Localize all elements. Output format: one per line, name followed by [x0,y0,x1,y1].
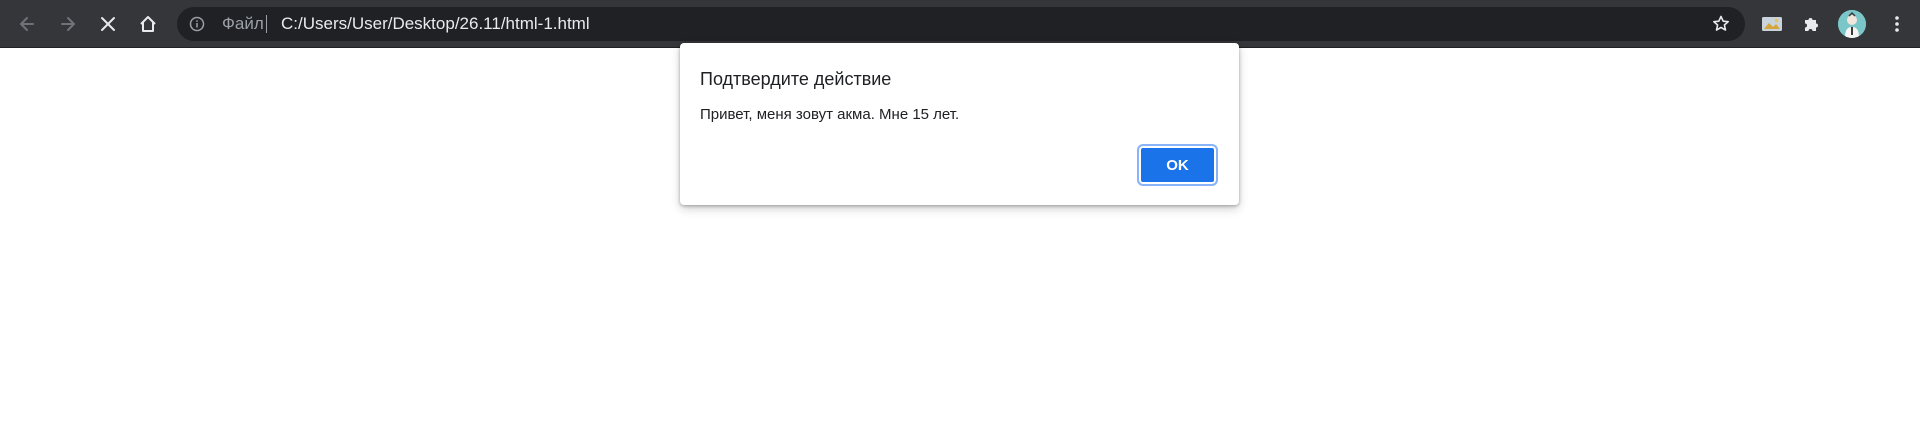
more-vertical-icon[interactable] [1885,12,1909,36]
scheme-label: Файл [222,14,264,33]
arrow-right-icon [61,17,75,31]
stop-button[interactable] [92,8,124,40]
profile-avatar-icon [1838,10,1866,38]
home-icon [140,16,156,32]
alert-dialog: Подтвердите действие Привет, меня зовут … [680,43,1239,205]
address-bar[interactable]: Файл C:/Users/User/Desktop/26.11/html-1.… [177,7,1745,41]
avatar[interactable] [1838,10,1866,38]
omnibox-divider [266,15,267,33]
dialog-message: Привет, меня зовут акма. Мне 15 лет. [700,106,960,123]
star-icon[interactable] [1711,14,1731,34]
extensions-button[interactable] [1797,10,1825,38]
arrow-left-icon [20,17,34,31]
back-button[interactable] [11,8,43,40]
puzzle-icon [1805,18,1818,31]
close-icon [101,17,115,31]
info-icon[interactable] [189,16,205,32]
media-extension-button[interactable] [1758,10,1786,38]
image-icon [1762,17,1782,31]
dialog-title: Подтвердите действие [700,69,892,89]
browser-toolbar: Файл C:/Users/User/Desktop/26.11/html-1.… [0,0,1920,48]
forward-button[interactable] [52,8,84,40]
home-button[interactable] [132,8,164,40]
url-text[interactable]: C:/Users/User/Desktop/26.11/html-1.html [281,15,590,33]
ok-button[interactable]: OK [1139,146,1216,184]
